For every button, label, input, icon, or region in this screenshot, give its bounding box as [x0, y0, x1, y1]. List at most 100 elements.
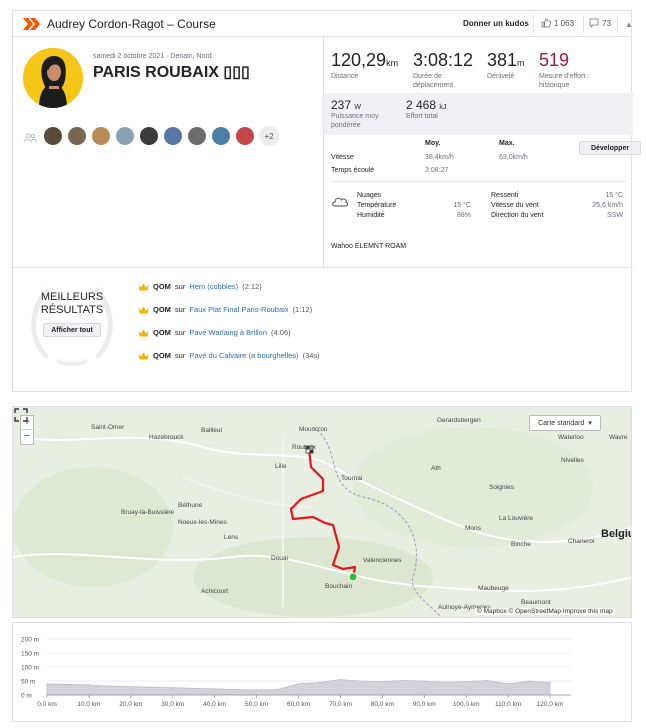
map-city-label: Saint-Omer — [91, 424, 125, 431]
map-city-label: Binche — [511, 541, 531, 548]
achievement-connector: sur — [174, 328, 186, 337]
weather-wind-dir-label: Direction du vent — [491, 212, 544, 219]
stat-relative-effort-label: Mesure d'effort : historique — [539, 73, 590, 89]
map-city-label: Noeux-les-Mines — [178, 519, 227, 526]
kudos-count[interactable]: 1 063 — [541, 18, 574, 28]
elevation-y-tick: 100 m — [21, 665, 39, 672]
elevation-x-tick: 0,0 km — [37, 701, 57, 708]
stat-relative-effort[interactable]: 519 Mesure d'effort : historique — [539, 50, 603, 90]
map-city-label: Ath — [431, 465, 441, 472]
athlete-avatar[interactable] — [43, 126, 63, 146]
map-city-label: Waterloo — [558, 434, 584, 441]
elevation-y-tick: 0 m — [21, 693, 32, 700]
segment-link[interactable]: Faux Plat Final Paris-Roubaix — [189, 305, 288, 314]
map-city-label: Douai — [271, 555, 288, 562]
elevation-point — [486, 679, 488, 682]
athlete-avatar[interactable] — [235, 126, 255, 146]
elevation-x-tick: 60,0 km — [287, 701, 310, 708]
elevation-x-tick: 70,0 km — [329, 701, 352, 708]
develop-button[interactable]: Développer — [579, 141, 641, 155]
elevation-point — [339, 679, 342, 681]
stat-moving-time-value: 3:08:12 — [413, 50, 474, 70]
elevation-y-tick: 50 m — [21, 679, 35, 686]
athlete-avatar[interactable] — [91, 126, 111, 146]
stat-work-label: Effort total — [406, 113, 438, 120]
map-city-label: Roubaix — [292, 444, 316, 451]
comments-count-text: 73 — [602, 18, 611, 28]
elevation-x-tick: 90,0 km — [413, 701, 436, 708]
athlete-avatar[interactable] — [187, 126, 207, 146]
achievement-item: QOM sur Hem (cobbles) (2:12) — [138, 282, 262, 291]
segment-link[interactable]: Hem (cobbles) — [189, 282, 238, 291]
elevation-point — [130, 686, 132, 688]
activity-name: PARIS ROUBAIX ▯▯▯ — [93, 64, 250, 81]
route-map[interactable]: + − Carte standard ▾ Gerardsbergen Saint… — [12, 406, 632, 618]
map-attribution[interactable]: © Mapbox © OpenStreetMap Improve this ma… — [475, 608, 615, 615]
elevation-point — [381, 680, 383, 683]
achievement-item: QOM sur Faux Plat Final Paris-Roubaix (1:12… — [138, 305, 312, 314]
map-city-label: Lille — [275, 463, 287, 470]
map-style-select[interactable]: Carte standard ▾ — [529, 415, 601, 431]
elevation-chart-canvas: 200 m 150 m 100 m 50 m 0 m 0,0 km 10,0 km 20,0 … — [21, 637, 571, 708]
elevation-chart[interactable]: 200 m 150 m 100 m 50 m 0 m 0,0 km 10,0 km 20,0 … — [12, 622, 632, 722]
kudos-count-text: 1 063 — [554, 18, 575, 28]
elevation-y-tick: 200 m — [21, 637, 39, 644]
collapse-caret-icon[interactable]: ▲ — [625, 20, 633, 29]
thumbs-up-icon — [541, 18, 551, 28]
map-city-label: Bouchain — [325, 583, 353, 590]
athlete-avatar[interactable] — [23, 48, 83, 108]
athlete-avatar[interactable] — [67, 126, 87, 146]
segment-link[interactable]: Pavé Warlaing à Brillon — [189, 328, 267, 337]
stat-moving-time-label: Durée de déplacement — [413, 73, 454, 89]
fullscreen-icon[interactable] — [13, 407, 29, 423]
stat-distance-label: Distance — [331, 73, 359, 80]
crown-icon — [138, 283, 149, 290]
weather-humidity-label: Humidité — [357, 212, 385, 219]
weather-feels-label: Ressenti — [491, 192, 519, 199]
elevation-point — [214, 688, 216, 690]
map-city-label: Tournai — [341, 475, 363, 482]
achievement-item: QOM sur Pavé Warlaing à Brillon (4:06) — [138, 328, 291, 337]
map-city-label: Achicourt — [201, 588, 229, 595]
weather-wind-dir-value: SSW — [607, 212, 623, 219]
stat-work-unit: kJ — [439, 104, 447, 111]
elevation-point — [46, 683, 48, 685]
achievement-badge: QOM — [153, 351, 171, 360]
segment-link[interactable]: Pavé du Calvaire (a bourghelles) — [189, 351, 298, 360]
athlete-avatar[interactable] — [139, 126, 159, 146]
weather-wind-speed-label: Vitesse du vent — [491, 202, 539, 209]
map-city-label: Soignies — [489, 484, 514, 491]
map-city-label: Lens — [224, 534, 239, 541]
map-city-label: Maubeuge — [478, 585, 509, 592]
weather-wind-speed-value: 25,6 km/h — [592, 202, 623, 209]
athlete-avatar[interactable] — [115, 126, 135, 146]
athlete-avatar[interactable] — [163, 126, 183, 146]
give-kudos-button[interactable]: Donner un kudos — [463, 19, 529, 28]
achievement-time: (1:12) — [292, 305, 313, 314]
achievement-item: QOM sur Pavé du Calvaire (a bourghelles) (3… — [138, 351, 320, 360]
achievement-time: (34s) — [302, 351, 320, 360]
stat-elevation: 381m Dénivelé — [487, 50, 525, 81]
map-city-label: Wavre — [609, 434, 628, 441]
elevation-point — [151, 686, 153, 688]
divider — [323, 37, 324, 267]
elevation-y-tick: 150 m — [21, 651, 39, 658]
best-results-title-line2: RÉSULTATS — [40, 304, 104, 316]
weather-humidity-value: 88% — [456, 212, 471, 219]
map-city-label: Valenciennes — [363, 557, 402, 564]
divider — [331, 181, 627, 182]
elevation-point — [276, 688, 279, 690]
elevation-point — [297, 683, 300, 685]
athlete-avatar[interactable] — [211, 126, 231, 146]
activity-header: Audrey Cordon-Ragot – Course Donner un k… — [12, 10, 633, 37]
zoom-out-button[interactable]: − — [21, 430, 33, 444]
comments-count[interactable]: 73 — [589, 18, 611, 28]
column-header-avg: Moy. — [425, 140, 441, 147]
map-city-label: Charleroi — [568, 538, 595, 545]
elevation-x-tick: 120,0 km — [537, 701, 564, 708]
more-athletes-button[interactable]: +2 — [259, 126, 279, 146]
elevation-point — [549, 681, 551, 683]
show-all-button[interactable]: Afficher tout — [43, 323, 101, 337]
group-activity-icon — [23, 133, 37, 143]
athlete-portrait-icon — [23, 48, 83, 108]
